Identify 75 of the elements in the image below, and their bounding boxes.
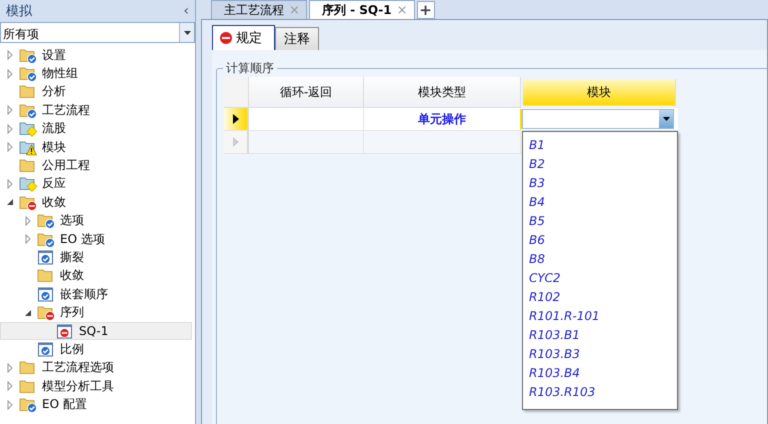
dropdown-option[interactable]: B8 xyxy=(523,249,677,268)
folder-icon xyxy=(19,102,37,119)
form-icon xyxy=(37,340,55,358)
tree-item[interactable]: 工艺流程 xyxy=(0,101,195,120)
folder-icon xyxy=(19,83,37,100)
form-tab[interactable]: 注释 xyxy=(275,27,319,50)
new-tab-button[interactable]: + xyxy=(416,1,435,19)
dropdown-option[interactable]: R103.R103 xyxy=(523,382,677,401)
dropdown-option[interactable]: B1 xyxy=(523,135,677,154)
folder-icon xyxy=(19,396,37,414)
dropdown-option[interactable]: B4 xyxy=(523,192,677,211)
column-header[interactable]: 循环-返回 xyxy=(249,77,364,108)
dropdown-arrow-icon xyxy=(184,30,190,34)
tree-item[interactable]: 收敛 xyxy=(0,193,195,212)
tree-item[interactable]: 嵌套顺序 xyxy=(0,285,195,304)
folder-icon xyxy=(19,359,37,376)
folder-icon xyxy=(37,230,55,248)
dropdown-option[interactable]: B3 xyxy=(523,173,677,192)
tree-item[interactable]: 公用工程 xyxy=(0,156,195,175)
folder-icon xyxy=(19,65,37,82)
table-cell: 单元操作 xyxy=(364,108,521,131)
folder-icon xyxy=(19,175,37,192)
corner-cell xyxy=(224,77,249,108)
tree-item[interactable]: 序列 xyxy=(0,303,195,322)
tree-item[interactable]: SQ-1 xyxy=(0,322,192,340)
document-tab[interactable]: 主工艺流程 × xyxy=(211,0,307,19)
folder-icon xyxy=(19,194,37,211)
tree-item[interactable]: 物性组 xyxy=(0,64,195,83)
dropdown-option[interactable]: R102 xyxy=(523,287,677,306)
tree-item[interactable]: 分析 xyxy=(0,82,195,102)
dropdown-option[interactable]: B6 xyxy=(523,230,677,249)
tree-item[interactable]: EO 选项 xyxy=(0,230,195,248)
folder-icon xyxy=(19,378,37,395)
panel-title: 模拟 xyxy=(6,3,32,20)
tree-item[interactable]: 设置 xyxy=(0,46,195,64)
column-header[interactable]: 模块 xyxy=(523,79,676,106)
module-dropdown[interactable] xyxy=(522,109,674,129)
dropdown-option[interactable]: R103.B1 xyxy=(523,325,677,344)
tree-item[interactable]: 收敛 xyxy=(0,266,195,286)
folder-icon xyxy=(19,157,37,174)
row-pointer-icon xyxy=(232,137,238,147)
folder-icon xyxy=(19,120,37,138)
stop-icon xyxy=(219,31,233,45)
dropdown-option[interactable]: R103.B4 xyxy=(523,363,677,382)
tree-item[interactable]: 选项 xyxy=(0,212,195,230)
tree-item[interactable]: 模块 xyxy=(0,138,195,156)
form-tab[interactable]: 规定 xyxy=(212,25,275,50)
tree-item[interactable]: 撕裂 xyxy=(0,248,195,267)
form-icon xyxy=(56,322,74,340)
dropdown-option[interactable]: R101.R-101 xyxy=(523,306,677,325)
collapse-button[interactable]: ‹ xyxy=(183,3,189,19)
form-icon xyxy=(37,286,55,303)
form-icon xyxy=(37,248,55,266)
dropdown-option[interactable]: B2 xyxy=(523,154,677,173)
dropdown-option[interactable]: R103.B3 xyxy=(523,344,677,363)
tree-item[interactable]: 反应 xyxy=(0,174,195,194)
folder-icon xyxy=(37,304,55,322)
document-tab[interactable]: 序列 - SQ-1 × xyxy=(308,0,415,19)
folder-icon xyxy=(37,212,55,230)
row-header[interactable] xyxy=(224,108,249,131)
group-title: 计算顺序 xyxy=(223,60,277,77)
dropdown-arrow-icon xyxy=(662,117,670,121)
filter-dropdown[interactable]: 所有项 xyxy=(0,22,195,43)
folder-icon xyxy=(37,267,55,284)
tree-item[interactable]: 模型分析工具 xyxy=(0,377,195,396)
folder-icon xyxy=(19,138,37,156)
tree-item[interactable]: 流股 xyxy=(0,120,195,138)
row-pointer-icon xyxy=(232,114,238,124)
tree-item[interactable]: 工艺流程选项 xyxy=(0,358,195,378)
column-header[interactable]: 模块类型 xyxy=(364,77,521,108)
tree-item[interactable]: 比例 xyxy=(0,340,195,359)
dropdown-option[interactable]: B5 xyxy=(523,211,677,230)
folder-icon xyxy=(19,46,37,64)
dropdown-option[interactable]: CYC2 xyxy=(523,268,677,287)
tree-item[interactable]: EO 配置 xyxy=(0,395,195,414)
